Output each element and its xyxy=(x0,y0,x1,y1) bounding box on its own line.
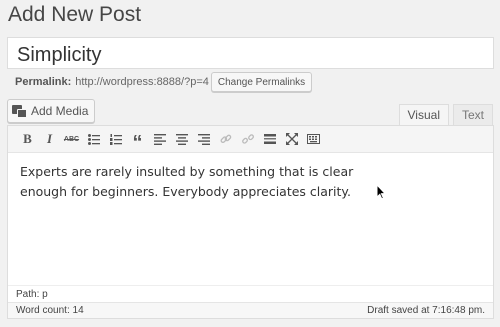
status-bar: Word count: 14 Draft saved at 7:16:48 pm… xyxy=(8,302,493,318)
media-icon xyxy=(12,104,27,118)
path-bar: Path: p xyxy=(8,285,493,302)
permalink-label: Permalink: xyxy=(15,76,72,88)
remove-link-button[interactable] xyxy=(237,129,258,149)
tab-visual[interactable]: Visual xyxy=(398,104,449,126)
align-center-button[interactable] xyxy=(171,129,192,149)
numbered-list-icon xyxy=(109,133,122,145)
editor-tabs: Visual Text xyxy=(398,104,493,126)
tab-text[interactable]: Text xyxy=(452,104,493,125)
italic-button[interactable]: I xyxy=(39,129,60,149)
editor-toolbar: B I ABC “ xyxy=(8,126,493,153)
align-right-icon xyxy=(197,133,210,145)
change-permalinks-button[interactable]: Change Permalinks xyxy=(210,72,313,92)
permalink-url[interactable]: http://wordpress:8888/?p=4 xyxy=(75,76,209,88)
toolbar-toggle-button[interactable] xyxy=(303,129,324,149)
align-right-button[interactable] xyxy=(193,129,214,149)
fullscreen-button[interactable] xyxy=(281,129,302,149)
numbered-list-button[interactable] xyxy=(105,129,126,149)
unlink-icon xyxy=(241,134,254,144)
align-left-icon xyxy=(153,133,166,145)
editor: B I ABC “ Experts are rarely insulted by… xyxy=(7,125,494,319)
draft-status: Draft saved at 7:16:48 pm. xyxy=(367,305,485,316)
post-title-input[interactable] xyxy=(7,37,494,69)
align-left-button[interactable] xyxy=(149,129,170,149)
bold-button[interactable]: B xyxy=(17,129,38,149)
insert-link-button[interactable] xyxy=(215,129,236,149)
bullet-list-button[interactable] xyxy=(83,129,104,149)
blockquote-button[interactable]: “ xyxy=(127,129,148,154)
mouse-pointer-icon xyxy=(376,184,386,200)
word-count: Word count: 14 xyxy=(16,305,84,316)
add-media-label: Add Media xyxy=(31,104,89,118)
kitchen-sink-icon xyxy=(307,134,320,144)
quote-icon: “ xyxy=(132,131,143,154)
bullet-list-icon xyxy=(87,133,100,145)
add-media-button[interactable]: Add Media xyxy=(7,99,96,123)
read-more-button[interactable] xyxy=(259,129,280,149)
link-icon xyxy=(220,134,231,144)
strikethrough-button[interactable]: ABC xyxy=(61,129,82,149)
permalink-row: Permalink: http://wordpress:8888/?p=4 Ch… xyxy=(15,72,313,92)
read-more-icon xyxy=(263,134,276,144)
content-paragraph: Experts are rarely insulted by something… xyxy=(20,164,354,199)
page-title: Add New Post xyxy=(8,3,142,26)
editor-content[interactable]: Experts are rarely insulted by something… xyxy=(8,153,493,285)
align-center-icon xyxy=(175,133,188,145)
fullscreen-icon xyxy=(285,133,298,145)
